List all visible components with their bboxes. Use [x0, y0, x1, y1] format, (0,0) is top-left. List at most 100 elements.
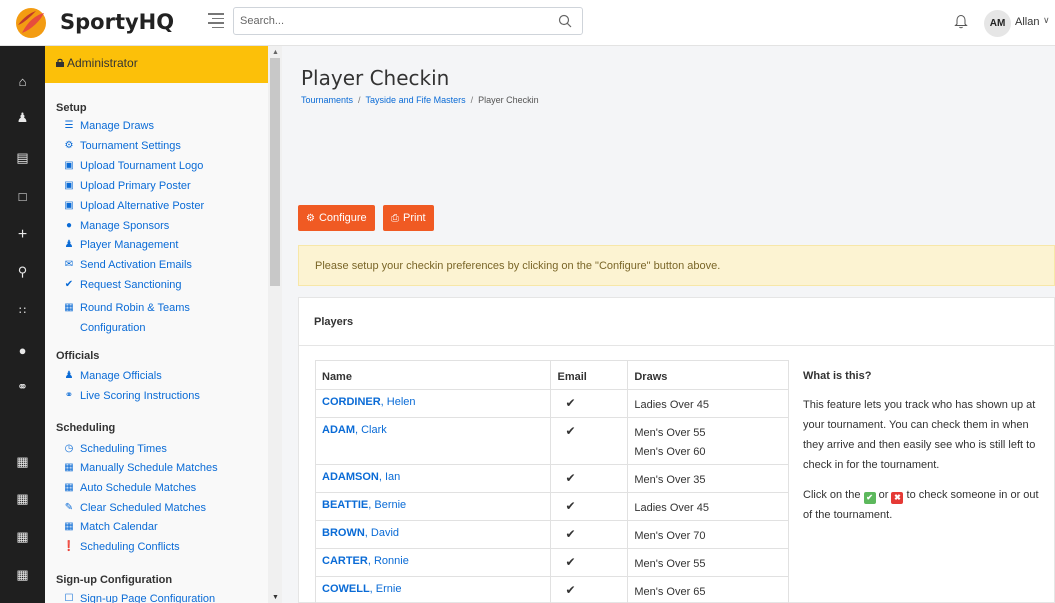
- draw-name: Men's Over 55: [634, 558, 706, 570]
- location-pin-icon[interactable]: ●: [0, 339, 45, 361]
- breadcrumb-tournament[interactable]: Tayside and Fife Masters: [366, 95, 466, 105]
- table-icon[interactable]: ▦: [0, 488, 45, 510]
- menu-item-label: Sign-up Page Configuration: [80, 593, 216, 603]
- menu-item-label: Round Robin & Teams Configuration: [80, 302, 190, 334]
- calendar-icon[interactable]: □: [0, 185, 45, 207]
- player-link[interactable]: BROWN, David: [322, 527, 399, 539]
- file-icon: ☐: [64, 593, 74, 603]
- menu-round-robin[interactable]: ▦ Round Robin & Teams Configuration: [62, 298, 200, 334]
- player-link[interactable]: ADAM, Clark: [322, 424, 387, 436]
- image-icon: ▣: [64, 160, 74, 171]
- menu-upload-logo[interactable]: ▣ Upload Tournament Logo: [62, 159, 265, 177]
- table-icon[interactable]: ▦: [0, 526, 45, 548]
- menu-scheduling-times[interactable]: ◷ Scheduling Times: [62, 442, 265, 460]
- menu-item-label: Match Calendar: [80, 521, 158, 533]
- menu-manage-officials[interactable]: ♟ Manage Officials: [62, 369, 265, 387]
- calendar-icon: ▦: [64, 462, 74, 473]
- side-menu-scroll-thumb[interactable]: [270, 58, 280, 286]
- configure-label: Configure: [318, 212, 367, 224]
- table-row: CORDINER, Helen ✔ Ladies Over 45: [314, 389, 789, 418]
- column-header-name[interactable]: Name: [314, 360, 552, 390]
- menu-item-label: Tournament Settings: [80, 140, 181, 152]
- scroll-up-arrow-icon[interactable]: ▲: [272, 49, 279, 56]
- player-link[interactable]: BEATTIE, Bernie: [322, 499, 406, 511]
- player-link[interactable]: ADAMSON, Ian: [322, 471, 400, 483]
- envelope-icon: ✉: [64, 259, 74, 270]
- print-label: Print: [403, 212, 426, 224]
- table-icon[interactable]: ▦: [0, 564, 45, 586]
- chevron-down-icon[interactable]: ∨: [1043, 15, 1050, 26]
- player-link[interactable]: COWELL, Ernie: [322, 583, 401, 595]
- menu-auto-schedule[interactable]: ▦ Auto Schedule Matches: [62, 481, 265, 499]
- list-icon[interactable]: ▤: [0, 147, 45, 169]
- table-icon[interactable]: ▦: [0, 451, 45, 473]
- table-row: BEATTIE, Bernie ✔ Ladies Over 45: [314, 492, 789, 521]
- plus-icon[interactable]: +: [0, 224, 45, 246]
- breadcrumb-tournaments[interactable]: Tournaments: [301, 95, 353, 105]
- check-out-icon: ✖: [891, 492, 904, 504]
- menu-player-management[interactable]: ♟ Player Management: [62, 238, 265, 256]
- table-row: CARTER, Ronnie ✔ Men's Over 55: [314, 548, 789, 577]
- menu-upload-alt-poster[interactable]: ▣ Upload Alternative Poster: [62, 199, 265, 217]
- check-circle-icon: ✔: [64, 279, 74, 290]
- menu-item-label: Scheduling Times: [80, 443, 167, 455]
- draw-name: Men's Over 65: [634, 586, 706, 598]
- player-link[interactable]: CARTER, Ronnie: [322, 555, 409, 567]
- trophy-icon[interactable]: ⚲: [0, 261, 45, 283]
- gear-icon: ⚙: [306, 212, 315, 224]
- section-scheduling: Scheduling: [56, 422, 116, 434]
- configure-button[interactable]: ⚙ Configure: [298, 205, 375, 231]
- menu-item-label: Upload Tournament Logo: [80, 160, 204, 172]
- menu-tournament-settings[interactable]: ⚙ Tournament Settings: [62, 139, 265, 157]
- card-title: Players: [299, 298, 1055, 346]
- search-box: [233, 7, 583, 35]
- menu-send-activation[interactable]: ✉ Send Activation Emails: [62, 258, 265, 276]
- breadcrumb-current: Player Checkin: [478, 95, 539, 105]
- player-link[interactable]: CORDINER, Helen: [322, 396, 416, 408]
- draw-name: Men's Over 35: [634, 474, 706, 486]
- clock-icon: ◷: [64, 443, 74, 454]
- page-title: Player Checkin: [301, 66, 450, 90]
- search-icon[interactable]: [558, 14, 572, 28]
- scroll-down-arrow-icon[interactable]: ▼: [272, 594, 279, 601]
- menu-manage-draws[interactable]: ☰ Manage Draws: [62, 119, 265, 137]
- section-officials: Officials: [56, 350, 100, 362]
- menu-manual-schedule[interactable]: ▦ Manually Schedule Matches: [62, 461, 265, 479]
- eraser-icon: ✎: [64, 502, 74, 513]
- print-button[interactable]: ⎙ Print: [383, 205, 434, 231]
- menu-signup-page-config[interactable]: ☐ Sign-up Page Configuration: [62, 592, 265, 603]
- draw-name: Ladies Over 45: [634, 502, 709, 514]
- menu-scheduling-conflicts[interactable]: ❗ Scheduling Conflicts: [62, 540, 265, 558]
- menu-request-sanctioning[interactable]: ✔ Request Sanctioning: [62, 278, 265, 296]
- column-header-draws[interactable]: Draws: [627, 360, 789, 390]
- menu-upload-primary-poster[interactable]: ▣ Upload Primary Poster: [62, 179, 265, 197]
- image-icon: ▣: [64, 180, 74, 191]
- email-check-icon: ✔: [550, 576, 629, 603]
- menu-manage-sponsors[interactable]: ● Manage Sponsors: [62, 219, 265, 237]
- menu-toggle-icon[interactable]: [208, 13, 224, 28]
- menu-clear-scheduled[interactable]: ✎ Clear Scheduled Matches: [62, 501, 265, 519]
- draw-name: Men's Over 55: [634, 427, 706, 439]
- bell-icon[interactable]: [954, 13, 968, 29]
- home-icon[interactable]: ⌂: [0, 70, 45, 92]
- lifebuoy-icon: ⚭: [64, 390, 74, 401]
- players-table: Name Email Draws CORDINER, Helen ✔ Ladie…: [314, 360, 789, 603]
- column-header-email[interactable]: Email: [550, 360, 629, 390]
- search-input[interactable]: [234, 8, 534, 34]
- sportyhq-logo-icon[interactable]: [14, 7, 48, 39]
- avatar[interactable]: AM: [984, 10, 1011, 37]
- top-bar: SportyHQ AM Allan ∨: [0, 0, 1055, 46]
- print-icon: ⎙: [391, 212, 399, 224]
- menu-item-label: Upload Primary Poster: [80, 180, 191, 192]
- globe-icon[interactable]: ⚭: [0, 376, 45, 398]
- menu-item-label: Manage Officials: [80, 370, 162, 382]
- menu-item-label: Send Activation Emails: [80, 259, 192, 271]
- brand-name[interactable]: SportyHQ: [60, 10, 174, 34]
- section-signup: Sign-up Configuration: [56, 574, 173, 586]
- user-name[interactable]: Allan: [1015, 16, 1039, 28]
- menu-live-scoring[interactable]: ⚭ Live Scoring Instructions: [62, 389, 265, 407]
- user-icon[interactable]: ♟: [0, 107, 45, 129]
- menu-match-calendar[interactable]: ▦ Match Calendar: [62, 520, 265, 538]
- menu-item-label: Player Management: [80, 239, 179, 251]
- grid-icon[interactable]: ∷: [0, 299, 45, 321]
